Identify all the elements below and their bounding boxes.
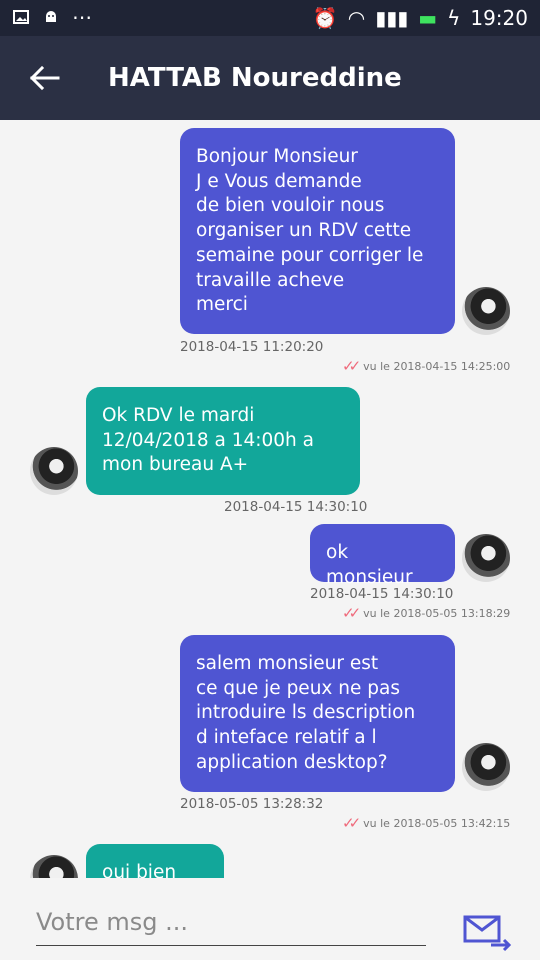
read-receipt: ✓✓ vu le 2018-05-05 13:42:15 (342, 814, 511, 832)
read-receipt: ✓✓ vu le 2018-04-15 14:25:00 (342, 357, 511, 375)
message-timestamp: 2018-05-05 13:28:32 (180, 796, 324, 812)
read-receipt: ✓✓ vu le 2018-05-05 13:18:29 (342, 604, 511, 622)
message-input[interactable] (36, 898, 426, 946)
contact-name: HATTAB Noureddine (108, 63, 402, 93)
contact-avatar[interactable] (30, 855, 78, 878)
user-avatar[interactable] (462, 534, 510, 582)
message-timestamp: 2018-04-15 14:30:10 (224, 499, 368, 515)
message-timestamp: 2018-04-15 11:20:20 (180, 339, 324, 355)
double-check-icon: ✓✓ (342, 357, 361, 375)
double-check-icon: ✓✓ (342, 814, 361, 832)
android-icon (46, 11, 56, 22)
more-icon: ⋯ (72, 5, 92, 29)
message-bubble[interactable]: Ok RDV le mardi 12/04/2018 a 14:00h a mo… (86, 387, 360, 495)
message-bubble[interactable]: oui bien sur (86, 844, 224, 878)
message-list[interactable]: Bonjour Monsieur J e Vous demande de bie… (0, 120, 540, 878)
wifi-icon: ◠ (347, 6, 366, 30)
message-bubble[interactable]: ok monsieur (310, 524, 455, 588)
user-avatar[interactable] (462, 743, 510, 791)
status-time: 19:20 (470, 6, 528, 30)
message-bubble[interactable]: salem monsieur est ce que je peux ne pas… (180, 635, 455, 792)
status-bar: ⋯ ⏰ ◠ ▮▮▮ ▬ ϟ 19:20 (0, 0, 540, 36)
arrow-left-icon[interactable] (24, 58, 64, 98)
user-avatar[interactable] (462, 287, 510, 335)
message-timestamp: 2018-04-15 14:30:10 (310, 586, 454, 602)
charging-icon: ϟ (447, 6, 461, 30)
contact-avatar[interactable] (30, 447, 78, 495)
message-bubble[interactable]: Bonjour Monsieur J e Vous demande de bie… (180, 128, 455, 334)
double-check-icon: ✓✓ (342, 604, 361, 622)
alarm-icon: ⏰ (312, 6, 338, 30)
chat-header: HATTAB Noureddine (0, 36, 540, 120)
signal-icon: ▮▮▮ (375, 6, 409, 30)
battery-icon: ▬ (418, 6, 438, 30)
message-composer (0, 878, 540, 960)
image-icon (13, 10, 29, 24)
send-mail-icon[interactable] (462, 912, 514, 952)
